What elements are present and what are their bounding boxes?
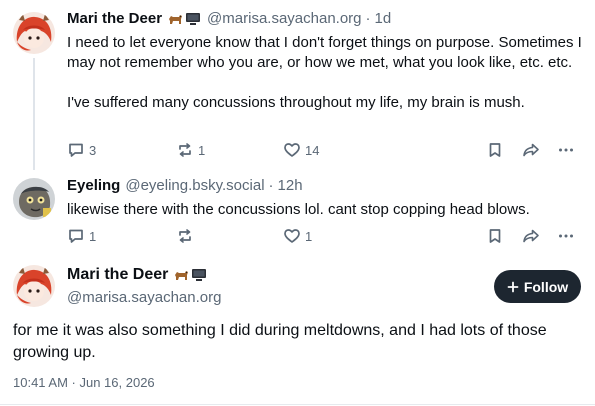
more-icon <box>559 234 573 238</box>
share-button[interactable] <box>522 141 540 159</box>
reply-button[interactable]: 3 <box>67 141 96 159</box>
follow-button[interactable]: Follow <box>494 270 581 303</box>
more-button[interactable] <box>557 141 575 159</box>
like-count: 1 <box>305 228 313 244</box>
author-emoji <box>167 12 201 26</box>
dog-emoji-icon <box>175 271 189 280</box>
post-time[interactable]: 1d <box>375 10 392 27</box>
author-handle[interactable]: @eyeling.bsky.social <box>125 177 264 194</box>
post-thread: Mari the Deer @marisa.sayachan.org · 1d … <box>0 0 595 406</box>
author-name[interactable]: Eyeling <box>67 177 120 194</box>
author-handle[interactable]: @marisa.sayachan.org <box>67 289 221 306</box>
focus-author: Mari the Deer <box>67 266 213 284</box>
computer-emoji-icon <box>192 269 207 281</box>
follow-label: Follow <box>523 278 569 295</box>
author-handle[interactable]: @marisa.sayachan.org <box>207 10 361 27</box>
bookmark-button[interactable] <box>486 227 504 245</box>
reply-count: 3 <box>89 142 97 158</box>
more-icon <box>559 148 573 152</box>
computer-emoji-icon <box>186 12 201 25</box>
reply-icon <box>69 229 83 243</box>
post-actions: 3 1 14 <box>67 140 587 160</box>
share-button[interactable] <box>522 227 540 245</box>
post-text: for me it was also something I did durin… <box>13 322 547 361</box>
reply-icon <box>69 143 83 157</box>
like-icon <box>284 143 300 157</box>
reply-count: 1 <box>89 228 97 244</box>
post-item[interactable]: Eyeling @eyeling.bsky.social · 12h likew… <box>0 170 595 254</box>
bookmark-icon <box>489 143 501 157</box>
bookmark-icon <box>489 229 501 243</box>
author-emoji <box>173 268 207 282</box>
post-text: I need to let everyone know that I don't… <box>67 34 582 111</box>
dog-emoji-icon <box>169 14 183 24</box>
more-button[interactable] <box>557 227 575 245</box>
avatar[interactable] <box>13 265 55 307</box>
like-button[interactable]: 14 <box>283 141 319 159</box>
like-icon <box>284 229 300 243</box>
repost-count: 1 <box>198 142 206 158</box>
post-date[interactable]: 10:41 AM · Jun 16, 2026 <box>13 375 155 390</box>
repost-icon <box>179 229 191 243</box>
post-item[interactable]: Mari the Deer @marisa.sayachan.org · 1d … <box>0 0 595 170</box>
post-actions: 1 1 <box>67 226 587 246</box>
repost-icon <box>179 143 191 157</box>
post-time[interactable]: 12h <box>278 177 303 194</box>
avatar[interactable] <box>13 12 55 54</box>
like-button[interactable]: 1 <box>283 227 312 245</box>
repost-button[interactable] <box>176 227 198 245</box>
reply-button[interactable]: 1 <box>67 227 96 245</box>
post-text: likewise there with the concussions lol.… <box>67 201 530 218</box>
share-icon <box>523 143 539 157</box>
author-name[interactable]: Mari the Deer <box>67 266 168 284</box>
divider <box>0 404 595 405</box>
separator: · <box>365 10 371 27</box>
like-count: 14 <box>305 142 320 158</box>
repost-button[interactable]: 1 <box>176 141 205 159</box>
author-name[interactable]: Mari the Deer <box>67 10 162 27</box>
bookmark-button[interactable] <box>486 141 504 159</box>
share-icon <box>523 229 539 243</box>
plus-icon <box>507 281 519 292</box>
separator: · <box>268 177 274 194</box>
avatar[interactable] <box>13 178 55 220</box>
